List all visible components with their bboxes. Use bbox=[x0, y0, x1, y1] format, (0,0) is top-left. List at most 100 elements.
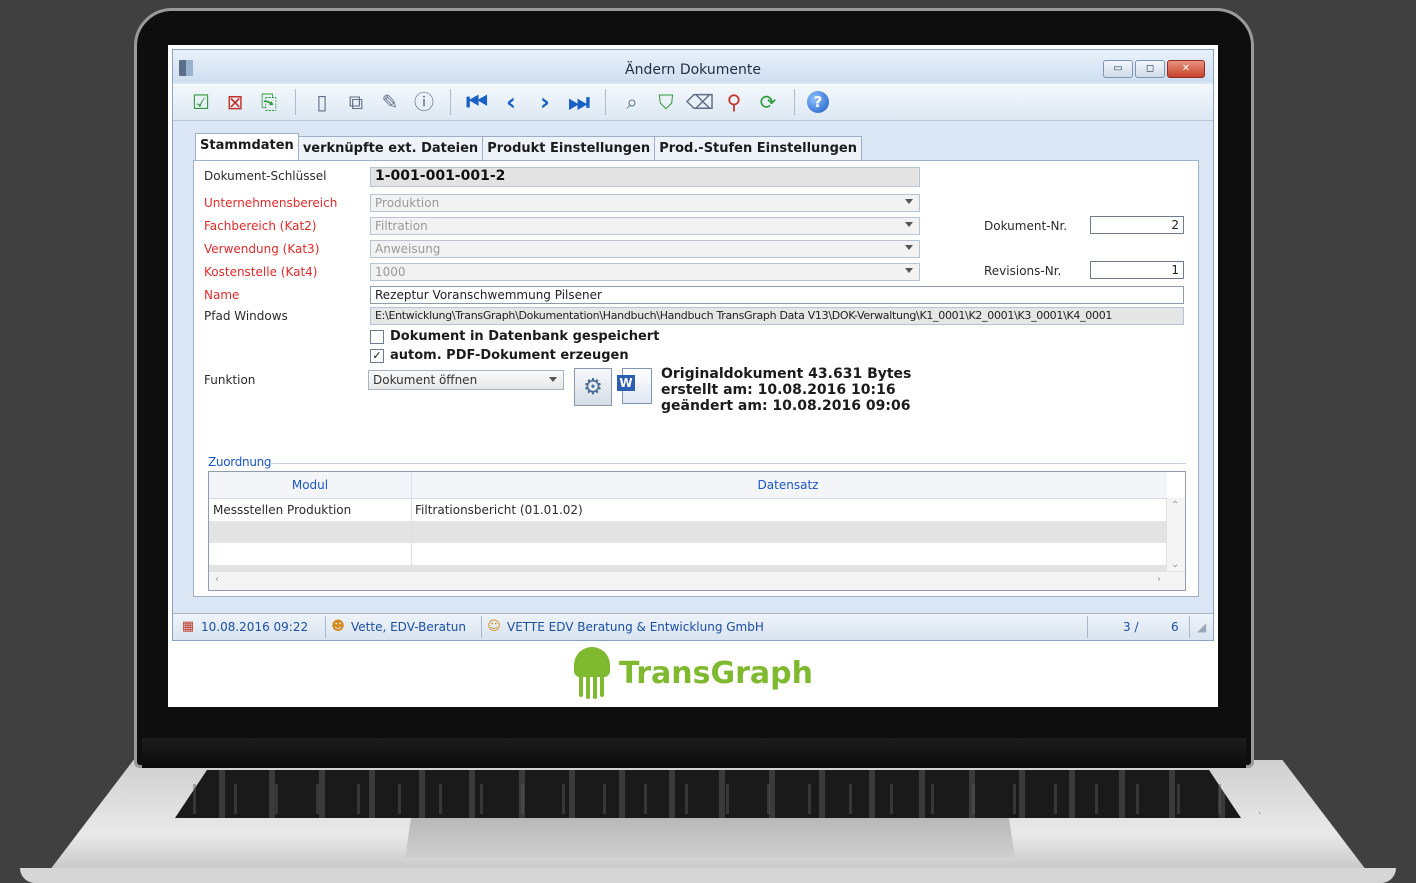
db-stored-checkbox[interactable] bbox=[370, 329, 384, 344]
new-document-icon[interactable]: ▯ bbox=[308, 88, 336, 116]
status-company-text: VETTE EDV Beratung & Entwicklung GmbH bbox=[507, 620, 764, 634]
status-bar: ▦ 10.08.2016 09:22 ☻ Vette, EDV-Beratun … bbox=[173, 613, 1213, 640]
auto-pdf-label: autom. PDF-Dokument erzeugen bbox=[390, 348, 629, 363]
document-info-icon[interactable]: ⓘ bbox=[410, 88, 438, 116]
kostenstelle-dropdown[interactable]: 1000 bbox=[370, 263, 920, 281]
status-user-text: Vette, EDV-Beratun bbox=[351, 620, 466, 634]
funktion-label: Funktion bbox=[204, 373, 256, 387]
docinfo-size: Originaldokument 43.631 Bytes bbox=[661, 366, 912, 382]
kostenstelle-value: 1000 bbox=[375, 265, 406, 279]
table-header: Modul Datensatz bbox=[209, 472, 1167, 499]
chevron-left-icon[interactable]: ‹ bbox=[215, 574, 219, 585]
chevron-down-icon bbox=[905, 268, 913, 273]
toolbar-separator bbox=[605, 89, 606, 115]
table-row-empty[interactable] bbox=[209, 521, 1167, 543]
chevron-down-icon bbox=[905, 199, 913, 204]
key-field[interactable]: 1-001-001-001-2 bbox=[370, 167, 920, 187]
brand-footer: TransGraph bbox=[168, 643, 1218, 703]
help-icon[interactable]: ? bbox=[807, 91, 829, 113]
tab-verknuepfte-dateien[interactable]: verknüpfte ext. Dateien bbox=[297, 136, 484, 160]
save-icon[interactable]: ⎘ bbox=[255, 88, 283, 116]
laptop-touchpad bbox=[405, 818, 1015, 858]
table-row-empty[interactable] bbox=[209, 543, 1167, 565]
verwendung-label: Verwendung (Kat3) bbox=[204, 242, 320, 256]
next-record-icon[interactable]: › bbox=[531, 88, 559, 116]
name-label: Name bbox=[204, 288, 240, 302]
unternehmensbereich-label: Unternehmensbereich bbox=[204, 196, 338, 210]
vertical-scrollbar[interactable]: ⌃ ⌄ bbox=[1166, 498, 1185, 572]
logo-leg bbox=[593, 675, 598, 699]
check-icon[interactable]: ☑ bbox=[187, 88, 215, 116]
status-user: ☻ Vette, EDV-Beratun bbox=[331, 620, 466, 635]
app-window: Ändern Dokumente ▭ ◻ ✕ ☑ ⊠ ⎘ ▯ ⧉ ✎ ⓘ ⏮ ‹… bbox=[172, 49, 1214, 641]
clear-filter-icon[interactable]: ⌫ bbox=[686, 88, 714, 116]
title-bar: Ändern Dokumente ▭ ◻ ✕ bbox=[173, 50, 1213, 82]
tab-stammdaten[interactable]: Stammdaten bbox=[195, 133, 299, 160]
chevron-down-icon[interactable]: ⌄ bbox=[1171, 559, 1179, 570]
execute-function-button[interactable]: ⚙ bbox=[574, 368, 612, 406]
pfad-field[interactable]: E:\Entwicklung\TransGraph\Dokumentation\… bbox=[370, 307, 1184, 325]
copy-document-icon[interactable]: ⧉ bbox=[342, 88, 370, 116]
toolbar-separator bbox=[295, 89, 296, 115]
revisions-nr-label: Revisions-Nr. bbox=[984, 264, 1062, 278]
status-record-pos: 3 / bbox=[1123, 620, 1139, 634]
zuordnung-table: Modul Datensatz Messstellen Produktion F… bbox=[208, 471, 1186, 591]
toolbar-separator bbox=[450, 89, 451, 115]
chevron-right-icon[interactable]: › bbox=[1157, 574, 1161, 585]
edit-document-icon[interactable]: ✎ bbox=[376, 88, 404, 116]
logo-leg bbox=[579, 675, 584, 697]
funktion-value: Dokument öffnen bbox=[373, 373, 478, 387]
resize-grip-icon[interactable]: ◢ bbox=[1197, 620, 1206, 634]
name-field[interactable]: Rezeptur Voranschwemmung Pilsener bbox=[370, 286, 1184, 304]
fachbereich-label: Fachbereich (Kat2) bbox=[204, 219, 317, 233]
previous-record-icon[interactable]: ‹ bbox=[497, 88, 525, 116]
transgraph-logo-icon bbox=[573, 647, 611, 699]
horizontal-scrollbar[interactable]: ‹ › bbox=[209, 571, 1185, 590]
first-record-icon[interactable]: ⏮ bbox=[463, 88, 491, 116]
dokument-nr-field[interactable]: 2 bbox=[1090, 216, 1184, 234]
pfad-label: Pfad Windows bbox=[204, 309, 288, 323]
key-label: Dokument-Schlüssel bbox=[204, 169, 327, 183]
chevron-down-icon bbox=[905, 245, 913, 250]
stammdaten-panel: Dokument-Schlüssel 1-001-001-001-2 Unter… bbox=[193, 160, 1199, 597]
group-icon: ☺ bbox=[487, 619, 501, 634]
logo-head bbox=[574, 647, 611, 677]
gear-icon: ⚙ bbox=[583, 374, 603, 400]
laptop-screen: Ändern Dokumente ▭ ◻ ✕ ☑ ⊠ ⎘ ▯ ⧉ ✎ ⓘ ⏮ ‹… bbox=[168, 45, 1218, 707]
tab-produkt-einstellungen[interactable]: Produkt Einstellungen bbox=[482, 136, 656, 160]
status-separator bbox=[1189, 616, 1190, 638]
revisions-nr-field[interactable]: 1 bbox=[1090, 261, 1184, 279]
search-icon[interactable]: ⌕ bbox=[618, 88, 646, 116]
auto-pdf-checkbox[interactable]: ✓ bbox=[370, 348, 384, 363]
word-document-button[interactable]: W bbox=[617, 368, 654, 404]
col-modul[interactable]: Modul bbox=[209, 478, 411, 492]
chk-db-row[interactable]: Dokument in Datenbank gespeichert bbox=[370, 329, 659, 344]
maximize-button[interactable]: ◻ bbox=[1135, 60, 1165, 78]
chevron-down-icon bbox=[905, 222, 913, 227]
fachbereich-dropdown[interactable]: Filtration bbox=[370, 217, 920, 235]
unternehmensbereich-dropdown[interactable]: Produktion bbox=[370, 194, 920, 212]
status-separator bbox=[481, 616, 482, 638]
refresh-search-icon[interactable]: ⟳ bbox=[754, 88, 782, 116]
toolbar-separator bbox=[794, 89, 795, 115]
find-icon[interactable]: ⚲ bbox=[720, 88, 748, 116]
close-button[interactable]: ✕ bbox=[1167, 60, 1205, 78]
delete-icon[interactable]: ⊠ bbox=[221, 88, 249, 116]
last-record-icon[interactable]: ⏭ bbox=[565, 88, 593, 116]
cell-modul: Messstellen Produktion bbox=[213, 503, 352, 517]
verwendung-value: Anweisung bbox=[375, 242, 441, 256]
col-datensatz[interactable]: Datensatz bbox=[411, 478, 1165, 492]
tab-prod-stufen-einstellungen[interactable]: Prod.-Stufen Einstellungen bbox=[654, 136, 862, 160]
brand-name: TransGraph bbox=[619, 655, 813, 691]
window-controls: ▭ ◻ ✕ bbox=[1103, 60, 1205, 78]
chk-pdf-row[interactable]: ✓ autom. PDF-Dokument erzeugen bbox=[370, 348, 629, 363]
table-row[interactable]: Messstellen Produktion Filtrationsberich… bbox=[209, 499, 1167, 521]
filter-icon[interactable]: ⛉ bbox=[652, 88, 680, 116]
logo-leg bbox=[600, 675, 605, 697]
chevron-up-icon[interactable]: ⌃ bbox=[1171, 500, 1179, 511]
word-document-icon: W bbox=[617, 368, 652, 404]
minimize-button[interactable]: ▭ bbox=[1103, 60, 1133, 78]
dokument-nr-label: Dokument-Nr. bbox=[984, 219, 1068, 233]
funktion-select[interactable]: Dokument öffnen bbox=[368, 370, 564, 390]
verwendung-dropdown[interactable]: Anweisung bbox=[370, 240, 920, 258]
